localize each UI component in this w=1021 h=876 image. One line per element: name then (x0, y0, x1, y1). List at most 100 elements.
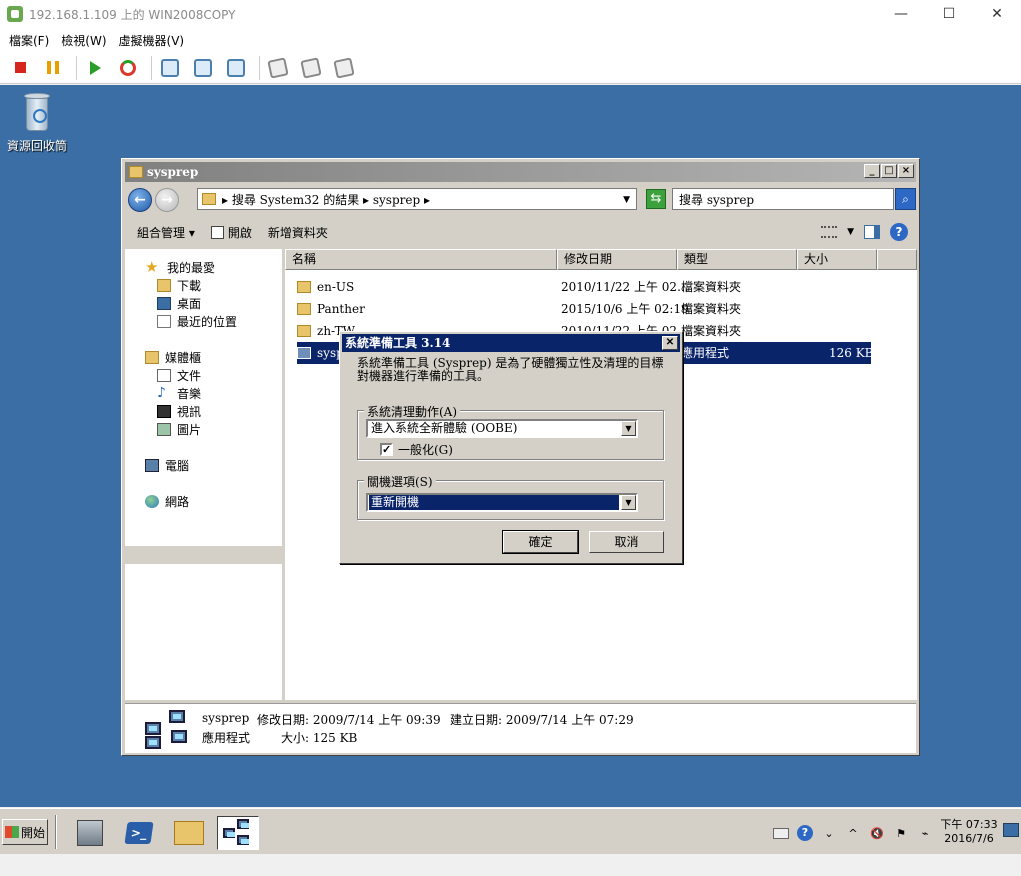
sysprep-title-bar[interactable]: 系統準備工具 3.14 ✕ (342, 334, 680, 352)
taskbar-divider (55, 815, 57, 849)
column-modified-label: 修改日期 (564, 252, 613, 266)
snapshot-button[interactable] (156, 54, 184, 82)
search-input[interactable]: 搜尋 sysprep (672, 188, 894, 210)
chevron-down-icon[interactable]: ▼ (621, 495, 636, 510)
nav-downloads[interactable]: 下載 (157, 277, 201, 294)
settings-button[interactable] (264, 54, 292, 82)
volume-muted-icon[interactable]: 🔇 (868, 824, 886, 842)
network-tray-icon[interactable]: ⌁ (916, 824, 934, 842)
nav-recent[interactable]: 最近的位置 (157, 313, 237, 330)
cleanup-group: 系統清理動作(A) 進入系統全新體驗 (OOBE) ▼ ✓ 一般化(G) (357, 403, 664, 460)
column-header-type[interactable]: 類型 (677, 249, 797, 270)
close-button[interactable]: ✕ (973, 0, 1021, 28)
explorer-taskbar-button[interactable] (168, 816, 210, 850)
chevron-down-icon[interactable]: ▼ (623, 195, 630, 205)
network-button[interactable] (330, 54, 358, 82)
revert-snapshot-button[interactable] (189, 54, 217, 82)
details-size: 大小: 125 KB (281, 731, 358, 745)
open-button[interactable]: 開啟 (210, 224, 252, 241)
forward-button[interactable]: → (155, 188, 179, 212)
sysprep-taskbar-button[interactable] (217, 816, 259, 850)
nav-downloads-label: 下載 (177, 279, 202, 293)
cleanup-action-select[interactable]: 進入系統全新體驗 (OOBE) ▼ (366, 419, 638, 438)
file-row[interactable]: Panther 2015/10/6 上午 02:19 檔案資料夾 (297, 298, 877, 320)
cleanup-group-label: 系統清理動作(A) (364, 403, 461, 420)
command-bar: 組合管理 ▾ 開啟 新增資料夾 ▼ ? (125, 217, 916, 247)
reset-icon (120, 59, 136, 76)
shutdown-option-select[interactable]: 重新開機 ▼ (366, 493, 638, 512)
file-size: 126 KB (829, 346, 874, 360)
star-icon: ★ (145, 258, 159, 276)
explorer-title-bar[interactable]: sysprep _ □ × (125, 162, 916, 182)
file-row[interactable]: en-US 2010/11/22 上午 02... 檔案資料夾 (297, 276, 877, 298)
nav-libraries[interactable]: 媒體櫃 (145, 349, 201, 366)
action-center-flag-icon[interactable]: ⚑ (892, 824, 910, 842)
column-header-modified[interactable]: 修改日期 (557, 249, 677, 270)
generalize-checkbox[interactable]: ✓ 一般化(G) (380, 441, 453, 458)
organize-label: 組合管理 ▾ (137, 225, 195, 240)
minimize-button[interactable]: — (877, 0, 925, 28)
documents-icon (157, 369, 171, 382)
snapshot-manager-button[interactable] (222, 54, 250, 82)
nav-computer-label: 電腦 (165, 459, 190, 473)
play-button[interactable] (81, 54, 109, 82)
new-folder-button[interactable]: 新增資料夾 (268, 224, 328, 241)
input-method-icon[interactable]: ⌄ (820, 824, 838, 842)
menu-vm[interactable]: 虛擬機器(V) (119, 32, 185, 49)
sysprep-description: 系統準備工具 (Sysprep) 是為了硬體獨立性及清理的目標對機器進行準備的工… (357, 356, 664, 383)
pause-button[interactable] (39, 54, 67, 82)
menu-file[interactable]: 檔案(F) (9, 32, 49, 49)
folder-icon (297, 325, 311, 337)
stop-button[interactable] (6, 54, 34, 82)
nav-network[interactable]: 網路 (145, 493, 189, 510)
nav-desktop[interactable]: 桌面 (157, 295, 201, 312)
recycle-bin[interactable]: 資源回收筒 (6, 93, 68, 154)
powershell-button[interactable]: >_ (118, 816, 160, 850)
nav-favorites[interactable]: ★ 我的最愛 (145, 259, 215, 276)
column-header-name[interactable]: 名稱 (285, 249, 557, 270)
cancel-button[interactable]: 取消 (589, 531, 664, 553)
clock-time: 下午 07:33 (940, 818, 998, 831)
nav-network-label: 網路 (165, 495, 190, 509)
explorer-maximize-button[interactable]: □ (881, 164, 897, 178)
nav-pictures[interactable]: 圖片 (157, 421, 201, 438)
desktop-icon (157, 297, 171, 310)
organize-button[interactable]: 組合管理 ▾ (137, 224, 195, 241)
explorer-close-button[interactable]: × (898, 164, 914, 178)
refresh-button[interactable]: ⇆ (646, 189, 666, 209)
help-tray-icon[interactable]: ? (796, 824, 814, 842)
menu-view[interactable]: 檢視(W) (61, 32, 106, 49)
new-folder-label: 新增資料夾 (267, 225, 328, 240)
explorer-minimize-button[interactable]: _ (864, 164, 880, 178)
nav-documents[interactable]: 文件 (157, 367, 201, 384)
reset-button[interactable] (114, 54, 142, 82)
cd-button[interactable] (297, 54, 325, 82)
revert-icon (194, 58, 212, 77)
nav-computer[interactable]: 電腦 (145, 457, 189, 474)
clock[interactable]: 下午 07:33 2016/7/6 (940, 818, 998, 846)
pause-icon (47, 61, 59, 74)
address-bar[interactable]: ▸ 搜尋 System32 的結果 ▸ sysprep ▸ ▼ (197, 188, 637, 210)
maximize-button[interactable]: ☐ (925, 0, 973, 28)
search-icon[interactable]: ⌕ (895, 188, 916, 210)
file-type: 檔案資料夾 (681, 302, 742, 316)
details-name: sysprep (202, 711, 250, 725)
show-hidden-icons-chevron[interactable]: ^ (844, 824, 862, 842)
help-icon[interactable]: ? (890, 223, 908, 241)
nav-music[interactable]: ♪ 音樂 (157, 385, 201, 402)
back-button[interactable]: ← (128, 188, 152, 212)
start-button[interactable]: 開始 (2, 819, 48, 845)
nav-favorites-label: 我的最愛 (167, 261, 216, 275)
server-manager-button[interactable] (69, 816, 111, 850)
ok-button[interactable]: 確定 (502, 530, 579, 554)
nav-videos[interactable]: 視訊 (157, 403, 201, 420)
dialog-close-button[interactable]: ✕ (662, 336, 678, 350)
preview-pane-icon[interactable] (864, 225, 880, 239)
keyboard-icon[interactable] (772, 824, 790, 842)
show-desktop-icon[interactable] (1003, 823, 1019, 837)
views-dropdown[interactable]: ▼ (847, 227, 854, 237)
column-header-size[interactable]: 大小 (797, 249, 877, 270)
views-icon[interactable] (821, 226, 838, 238)
sysprep-icon (223, 819, 253, 847)
chevron-down-icon[interactable]: ▼ (621, 421, 636, 436)
